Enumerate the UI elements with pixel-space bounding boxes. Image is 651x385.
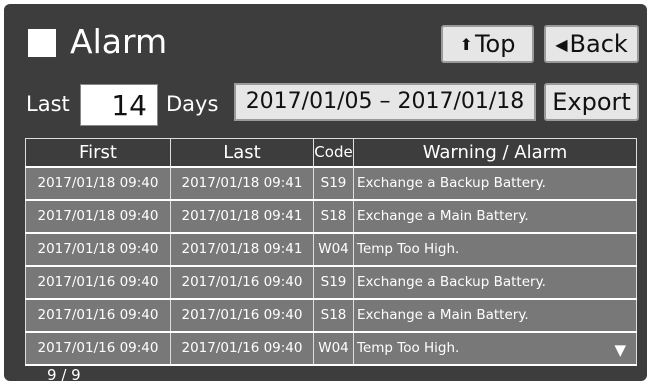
table-header: First Last Code Warning / Alarm: [25, 138, 637, 167]
cell-last: 2017/01/18 09:41: [170, 231, 314, 266]
export-button[interactable]: Export: [544, 83, 639, 121]
cell-first: 2017/01/18 09:40: [25, 165, 171, 200]
cell-code: S18: [313, 198, 354, 233]
page-title: Alarm: [70, 22, 168, 61]
last-label: Last: [26, 92, 70, 116]
cell-code: S18: [313, 297, 354, 332]
table-row[interactable]: 2017/01/18 09:40 2017/01/18 09:41 W04 Te…: [25, 231, 637, 266]
down-triangle-icon[interactable]: ▼: [614, 341, 626, 359]
column-code: Code: [313, 138, 354, 167]
column-warning-alarm: Warning / Alarm: [353, 138, 637, 167]
left-arrow-icon: ◀: [555, 35, 568, 54]
cell-code: W04: [313, 330, 354, 366]
column-first: First: [25, 138, 171, 167]
column-last: Last: [170, 138, 314, 167]
table-row[interactable]: 2017/01/16 09:40 2017/01/16 09:40 S19 Ex…: [25, 264, 637, 299]
top-button[interactable]: ⬆Top: [441, 25, 534, 63]
range-separator: –: [379, 89, 391, 114]
cell-message: Exchange a Main Battery.: [353, 297, 637, 332]
days-input[interactable]: 14: [80, 84, 158, 126]
cell-first: 2017/01/18 09:40: [25, 198, 171, 233]
date-range-display: 2017/01/05 – 2017/01/18: [234, 83, 536, 121]
alarm-table: First Last Code Warning / Alarm 2017/01/…: [25, 138, 637, 366]
cell-message: Exchange a Backup Battery.: [353, 165, 637, 200]
square-icon: [28, 29, 56, 57]
page-indicator: 9 / 9: [47, 366, 81, 384]
cell-message: Exchange a Backup Battery.: [353, 264, 637, 299]
cell-first: 2017/01/16 09:40: [25, 330, 171, 366]
cell-last: 2017/01/16 09:40: [170, 330, 314, 366]
cell-first: 2017/01/18 09:40: [25, 231, 171, 266]
cell-first: 2017/01/16 09:40: [25, 264, 171, 299]
cell-message: Temp Too High.: [353, 231, 637, 266]
cell-code: S19: [313, 264, 354, 299]
back-button-label: Back: [569, 30, 628, 58]
up-arrow-icon: ⬆: [459, 35, 473, 54]
back-button[interactable]: ◀Back: [544, 25, 639, 63]
table-row[interactable]: 2017/01/18 09:40 2017/01/18 09:41 S18 Ex…: [25, 198, 637, 233]
cell-message-text: Temp Too High.: [357, 340, 460, 356]
cell-last: 2017/01/18 09:41: [170, 198, 314, 233]
page-current: 9: [47, 366, 57, 384]
top-button-label: Top: [474, 30, 516, 58]
cell-code: W04: [313, 231, 354, 266]
range-end: 2017/01/18: [397, 89, 525, 114]
cell-last: 2017/01/16 09:40: [170, 297, 314, 332]
cell-message: Exchange a Main Battery.: [353, 198, 637, 233]
cell-code: S19: [313, 165, 354, 200]
cell-first: 2017/01/16 09:40: [25, 297, 171, 332]
page-total: 9: [71, 366, 81, 384]
days-label: Days: [166, 92, 219, 116]
table-row[interactable]: 2017/01/18 09:40 2017/01/18 09:41 S19 Ex…: [25, 165, 637, 200]
cell-last: 2017/01/18 09:41: [170, 165, 314, 200]
page-separator: /: [61, 366, 67, 384]
range-start: 2017/01/05: [245, 89, 373, 114]
cell-message: Temp Too High. ▼: [353, 330, 637, 366]
table-row[interactable]: 2017/01/16 09:40 2017/01/16 09:40 S18 Ex…: [25, 297, 637, 332]
cell-last: 2017/01/16 09:40: [170, 264, 314, 299]
table-row[interactable]: 2017/01/16 09:40 2017/01/16 09:40 W04 Te…: [25, 330, 637, 366]
